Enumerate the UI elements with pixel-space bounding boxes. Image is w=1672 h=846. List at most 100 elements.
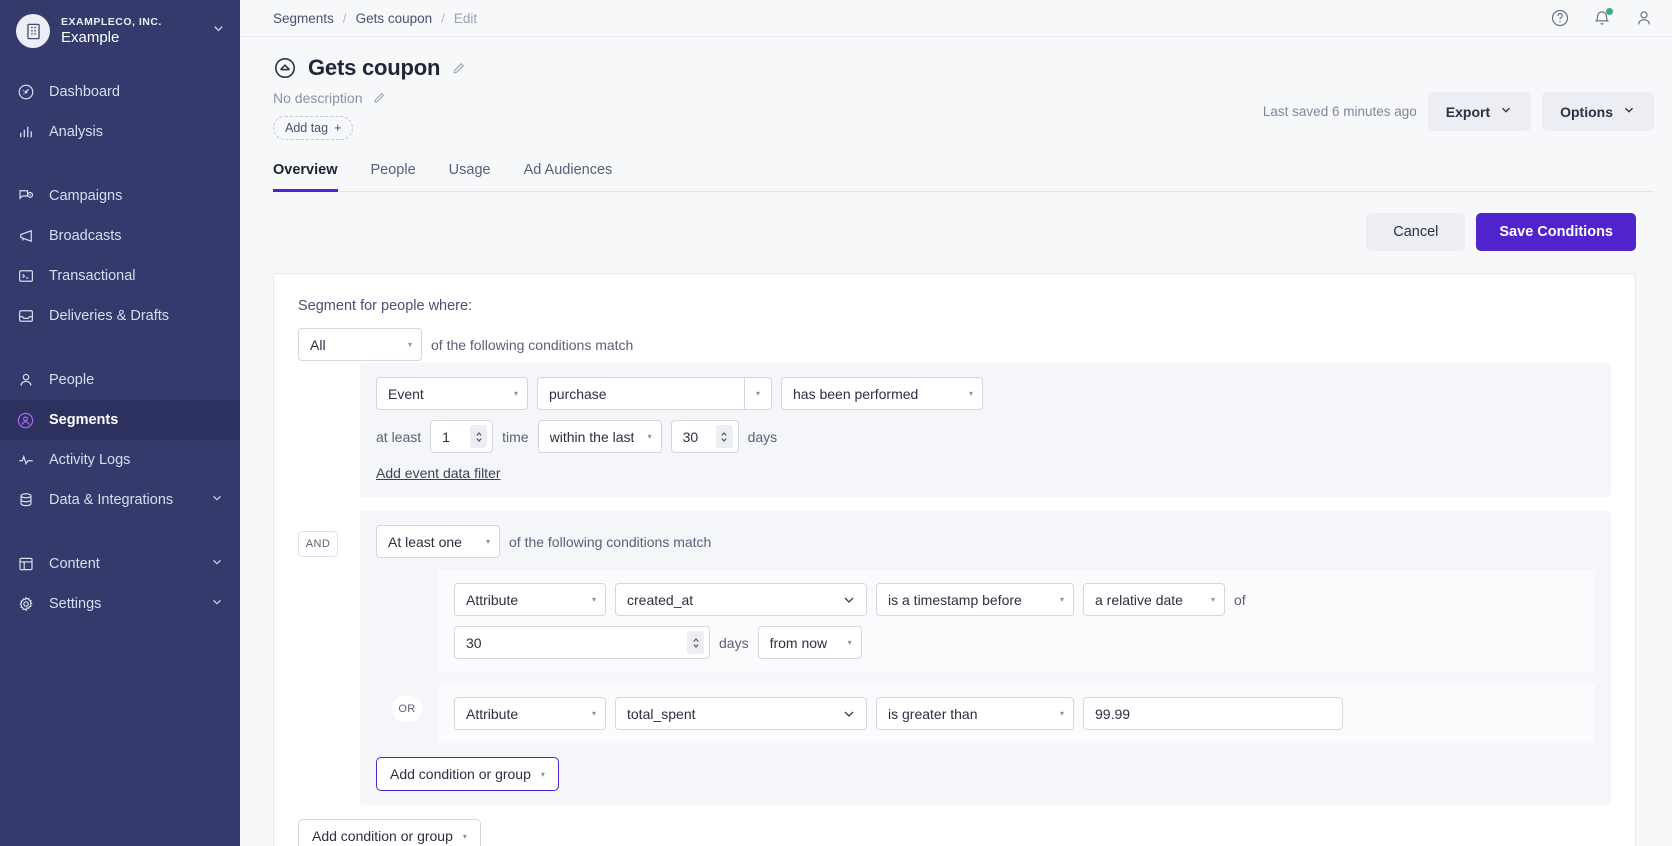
cancel-button[interactable]: Cancel	[1366, 213, 1466, 251]
sidebar-item-settings[interactable]: Settings	[0, 584, 240, 624]
attribute-value-input[interactable]: 99.99	[1083, 697, 1343, 730]
event-days-input[interactable]: 30	[670, 420, 739, 453]
condition-type-value: Attribute	[466, 591, 519, 608]
org-switcher[interactable]: EXAMPLECO, INC. Example	[0, 0, 240, 62]
attribute-operator-select[interactable]: is greater than ▾	[876, 697, 1074, 730]
user-account-icon[interactable]	[1634, 8, 1654, 28]
sidebar-group-1: Dashboard Analysis	[0, 72, 240, 152]
event-operator-select[interactable]: has been performed ▾	[781, 377, 983, 410]
attribute-condition-row-1: Attribute ▾ created_at is a timestamp be…	[454, 583, 1579, 616]
org-sub-name: Example	[61, 28, 120, 46]
sidebar-item-deliveries-drafts[interactable]: Deliveries & Drafts	[0, 296, 240, 336]
pulse-icon	[16, 451, 35, 470]
breadcrumb-item-segments[interactable]: Segments	[273, 11, 334, 26]
save-conditions-button[interactable]: Save Conditions	[1476, 213, 1636, 251]
chevron-down-icon: ▾	[755, 388, 760, 398]
sidebar-item-label: Broadcasts	[49, 228, 122, 244]
condition-type-value: Attribute	[466, 705, 519, 722]
add-condition-or-group-button-inner[interactable]: Add condition or group ▾	[376, 757, 559, 791]
terminal-icon	[16, 267, 35, 286]
title-row: Gets coupon	[273, 55, 1654, 81]
attribute-value-kind-select[interactable]: a relative date ▾	[1083, 583, 1225, 616]
event-window-select[interactable]: within the last ▾	[537, 420, 662, 453]
root-match-select[interactable]: All ▾	[298, 328, 422, 361]
sidebar-group-3: People Segments Activity Logs Data & Int…	[0, 360, 240, 520]
add-event-data-filter-link[interactable]: Add event data filter	[376, 465, 501, 481]
attribute-property-value: total_spent	[627, 705, 696, 722]
event-count-input[interactable]: 1	[430, 420, 494, 453]
chevron-down-icon: ▾	[847, 637, 852, 647]
event-name-dropdown-button[interactable]: ▾	[745, 377, 772, 410]
event-condition-block: Event ▾ purchase ▾ has been performed ▾ …	[360, 363, 1611, 497]
tab-people[interactable]: People	[371, 162, 416, 192]
sidebar-item-data-integrations[interactable]: Data & Integrations	[0, 480, 240, 520]
chevron-down-icon: ▾	[462, 831, 467, 841]
sidebar-item-label: Deliveries & Drafts	[49, 308, 170, 324]
of-label: of	[1234, 591, 1246, 608]
group-match-select[interactable]: At least one ▾	[376, 525, 500, 558]
sidebar-group-4: Content Settings	[0, 544, 240, 624]
event-name-input[interactable]: purchase	[537, 377, 745, 410]
group-match-suffix: of the following conditions match	[509, 533, 712, 550]
export-label: Export	[1445, 103, 1491, 120]
condition-group: At least one ▾ of the following conditio…	[360, 511, 1611, 805]
breadcrumb: Segments / Gets coupon / Edit	[273, 11, 477, 26]
sidebar-item-analysis[interactable]: Analysis	[0, 112, 240, 152]
event-name-value: purchase	[549, 385, 607, 402]
sidebar-item-label: Campaigns	[49, 188, 123, 204]
add-tag-label: Add tag	[285, 121, 329, 135]
sidebar-item-people[interactable]: People	[0, 360, 240, 400]
main-area: Segments / Gets coupon / Edit Gets coupo…	[240, 0, 1672, 846]
sidebar-divider-3	[0, 520, 240, 544]
add-condition-or-group-button-outer[interactable]: Add condition or group ▾	[298, 819, 481, 846]
attribute-property-select[interactable]: created_at	[615, 583, 867, 616]
inbox-icon	[16, 307, 35, 326]
attribute-property-select[interactable]: total_spent	[615, 697, 867, 730]
page-header-actions: Last saved 6 minutes ago Export Options	[1263, 92, 1654, 131]
form-actions: Cancel Save Conditions	[240, 213, 1654, 251]
condition-type-select[interactable]: Attribute ▾	[454, 697, 606, 730]
org-name: EXAMPLECO, INC.	[61, 15, 162, 28]
stepper-icon[interactable]	[470, 425, 488, 448]
page-content: Gets coupon No description Add tag + Las…	[240, 37, 1672, 846]
event-count-value: 1	[442, 428, 450, 445]
relative-date-direction-select[interactable]: from now ▾	[757, 626, 862, 659]
notifications-bell-icon[interactable]	[1592, 8, 1613, 28]
tab-ad-audiences[interactable]: Ad Audiences	[524, 162, 613, 192]
condition-type-select[interactable]: Event ▾	[376, 377, 528, 410]
breadcrumb-item-edit: Edit	[453, 10, 478, 26]
options-label: Options	[1560, 103, 1613, 120]
event-name-field-group: purchase ▾	[537, 377, 772, 410]
sidebar-item-transactional[interactable]: Transactional	[0, 256, 240, 296]
help-icon[interactable]	[1550, 8, 1570, 28]
sidebar-item-segments[interactable]: Segments	[0, 400, 240, 440]
sidebar-item-activity-logs[interactable]: Activity Logs	[0, 440, 240, 480]
export-button[interactable]: Export	[1427, 92, 1532, 131]
add-tag-button[interactable]: Add tag +	[273, 116, 354, 140]
sidebar-item-broadcasts[interactable]: Broadcasts	[0, 216, 240, 256]
tab-usage[interactable]: Usage	[449, 162, 491, 192]
page-title: Gets coupon	[308, 55, 441, 80]
campaign-icon	[16, 187, 35, 206]
chevron-down-icon: ▾	[1059, 708, 1064, 718]
options-button[interactable]: Options	[1542, 92, 1654, 131]
relative-date-amount-input[interactable]: 30	[454, 626, 710, 659]
group-add-row: Add condition or group ▾	[376, 757, 1595, 791]
breadcrumb-item-gets-coupon[interactable]: Gets coupon	[356, 11, 433, 26]
attribute-operator-value: is a timestamp before	[888, 591, 1022, 608]
attribute-operator-select[interactable]: is a timestamp before ▾	[876, 583, 1074, 616]
attribute-property-value: created_at	[627, 591, 694, 608]
pencil-icon[interactable]	[451, 61, 466, 76]
condition-type-select[interactable]: Attribute ▾	[454, 583, 606, 616]
sidebar-item-content[interactable]: Content	[0, 544, 240, 584]
sidebar-item-campaigns[interactable]: Campaigns	[0, 176, 240, 216]
attribute-condition-row-2: Attribute ▾ total_spent is greater than …	[454, 697, 1579, 730]
tab-overview[interactable]: Overview	[273, 162, 338, 192]
sidebar: EXAMPLECO, INC. Example Dashboard Analys…	[0, 0, 240, 846]
stepper-icon[interactable]	[715, 425, 733, 448]
chevron-down-icon	[833, 592, 857, 608]
sidebar-group-2: Campaigns Broadcasts Transactional Deliv…	[0, 176, 240, 336]
stepper-icon[interactable]	[687, 631, 704, 654]
pencil-icon[interactable]	[372, 91, 387, 106]
sidebar-item-dashboard[interactable]: Dashboard	[0, 72, 240, 112]
